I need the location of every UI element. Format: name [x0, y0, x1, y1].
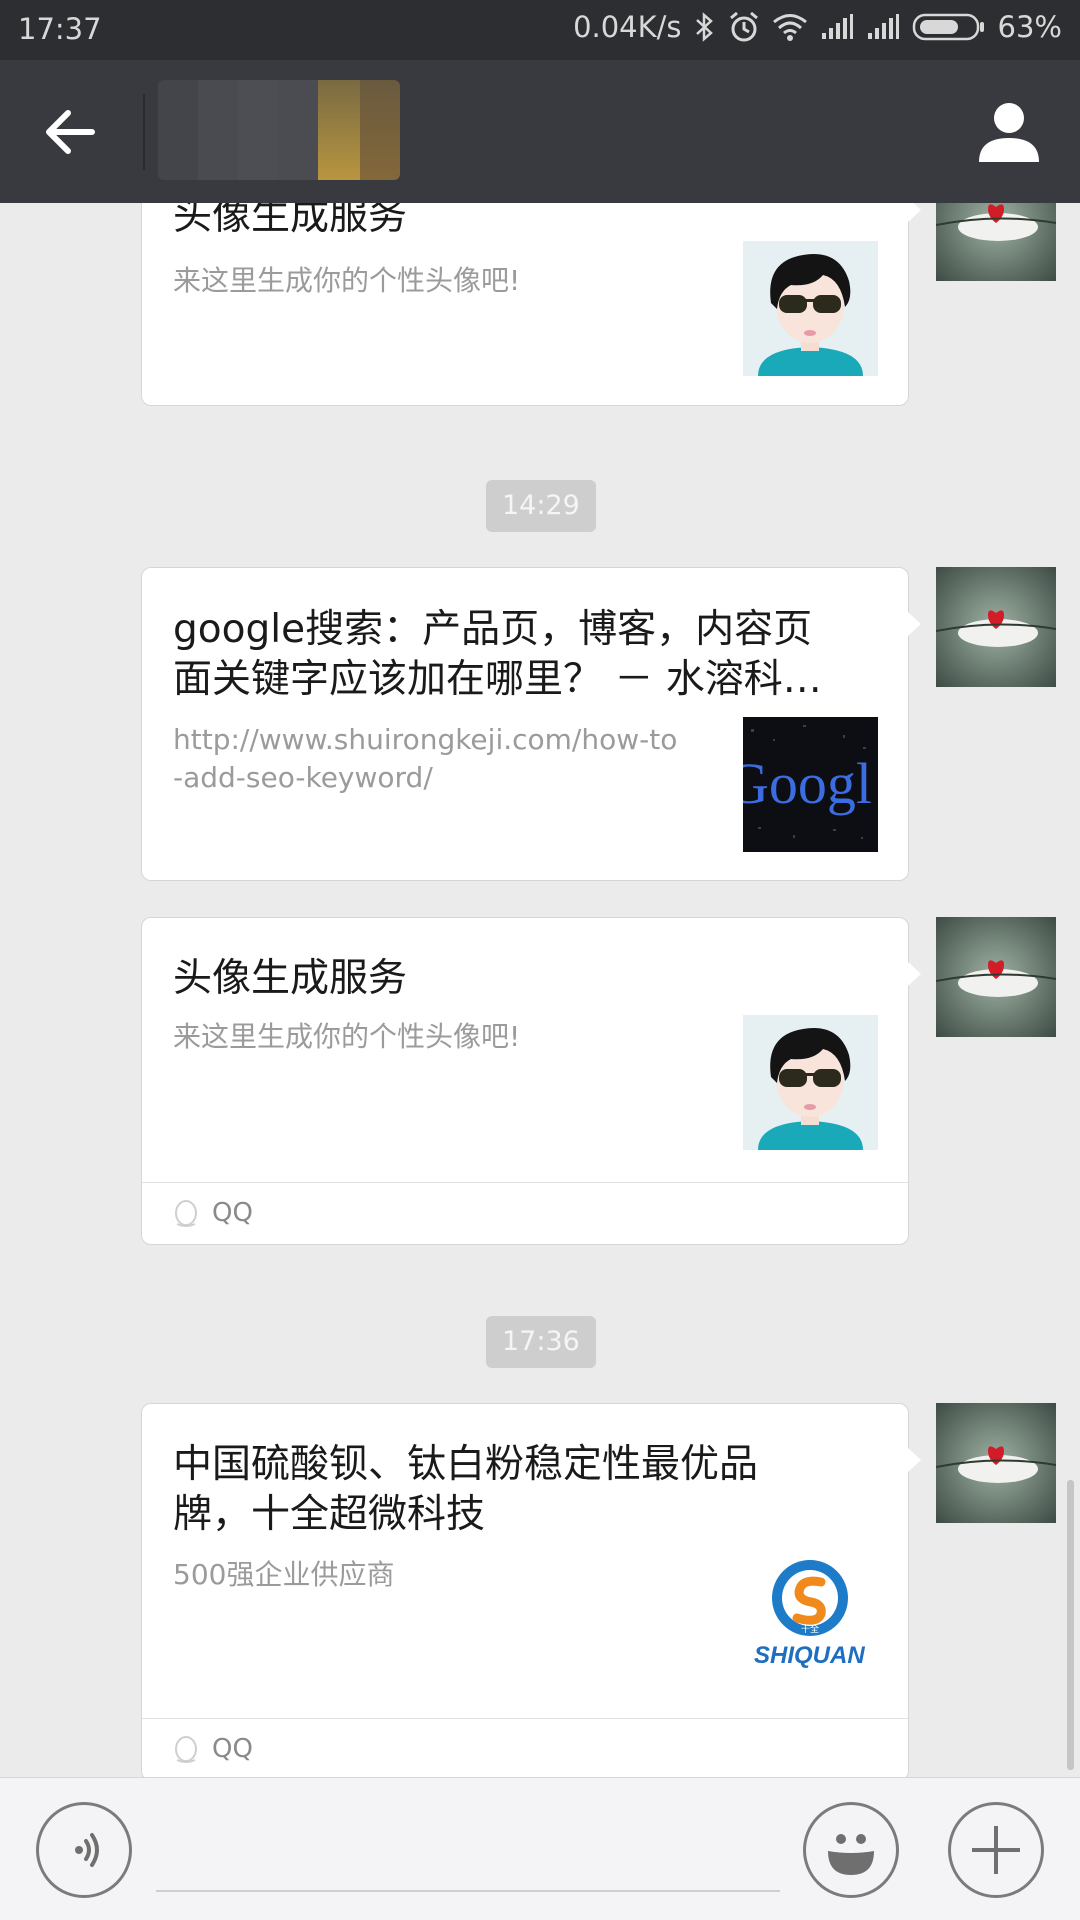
link-card-message[interactable]: google搜索：产品页，博客，内容页 面关键字应该加在哪里？ － 水溶科… h…	[141, 567, 921, 881]
cartoon-avatar-thumb	[743, 1015, 878, 1150]
link-card-message[interactable]: 头像生成服务 来这里生成你的个性头像吧! QQ	[141, 917, 921, 1245]
status-time: 17:37	[18, 12, 102, 46]
bluetooth-icon	[694, 12, 716, 42]
card-title: 头像生成服务	[173, 956, 408, 1001]
emoji-icon	[828, 1834, 874, 1875]
link-card-message[interactable]: 头像生成服务 来这里生成你的个性头像吧!	[141, 203, 921, 406]
card-description: 500强企业供应商	[173, 1558, 395, 1591]
profile-button[interactable]	[976, 98, 1042, 164]
signal-icon	[820, 13, 854, 41]
svg-text:十全: 十全	[801, 1623, 819, 1635]
avatar[interactable]	[936, 1403, 1056, 1523]
card-description: 来这里生成你的个性头像吧!	[173, 1020, 521, 1053]
network-speed: 0.04K/s	[573, 10, 682, 44]
chat-header	[0, 60, 1080, 203]
signal-icon	[866, 13, 900, 41]
avatar[interactable]	[936, 917, 1056, 1037]
svg-text:SHIQUAN: SHIQUAN	[754, 1642, 865, 1669]
scrollbar[interactable]	[1067, 1480, 1074, 1770]
avatar[interactable]	[936, 567, 1056, 687]
card-url: http://www.shuirongkeji.com/how-to -add-…	[173, 723, 678, 794]
more-button[interactable]	[948, 1802, 1044, 1898]
plus-icon	[972, 1826, 1020, 1874]
timestamp: 14:29	[486, 480, 596, 532]
emoji-button[interactable]	[803, 1802, 899, 1898]
card-source-footer: QQ	[142, 1182, 908, 1244]
chat-messages[interactable]: 头像生成服务 来这里生成你的个性头像吧! 14:29 google搜索：产品页，…	[0, 203, 1080, 1777]
timestamp: 17:36	[486, 1316, 596, 1368]
svg-text:Googl: Googl	[743, 751, 872, 816]
qq-icon	[172, 1200, 200, 1228]
battery-level: 63%	[997, 10, 1062, 44]
qq-icon	[172, 1736, 200, 1764]
wifi-icon	[772, 13, 808, 41]
battery-icon	[912, 12, 986, 42]
card-title: 头像生成服务	[173, 203, 408, 239]
cartoon-avatar-thumb	[743, 241, 878, 376]
google-thumb: Googl	[743, 717, 878, 852]
avatar[interactable]	[936, 203, 1056, 281]
card-title: 中国硫酸钡、钛白粉稳定性最优品 牌，十全超微科技	[173, 1442, 759, 1537]
header-divider	[143, 94, 145, 170]
source-label: QQ	[212, 1198, 253, 1228]
status-bar: 17:37 0.04K/s 63%	[0, 0, 1080, 60]
voice-button[interactable]	[36, 1802, 132, 1898]
message-input[interactable]	[156, 1808, 780, 1892]
source-label: QQ	[212, 1734, 253, 1764]
back-button[interactable]	[40, 102, 100, 162]
link-card-message[interactable]: 中国硫酸钡、钛白粉稳定性最优品 牌，十全超微科技 500强企业供应商 十全 SH…	[141, 1403, 921, 1777]
card-title: google搜索：产品页，博客，内容页 面关键字应该加在哪里？ － 水溶科…	[173, 607, 822, 702]
status-icons: 0.04K/s 63%	[573, 10, 1062, 44]
person-icon	[979, 103, 1039, 162]
back-arrow-icon	[46, 110, 95, 154]
shiquan-logo: 十全 SHIQUAN	[743, 1548, 878, 1683]
card-source-footer: QQ	[142, 1718, 908, 1777]
voice-icon	[75, 1833, 99, 1867]
alarm-icon	[728, 11, 760, 43]
card-description: 来这里生成你的个性头像吧!	[173, 264, 521, 297]
chat-title-blurred	[158, 80, 400, 180]
input-bar	[0, 1777, 1080, 1920]
